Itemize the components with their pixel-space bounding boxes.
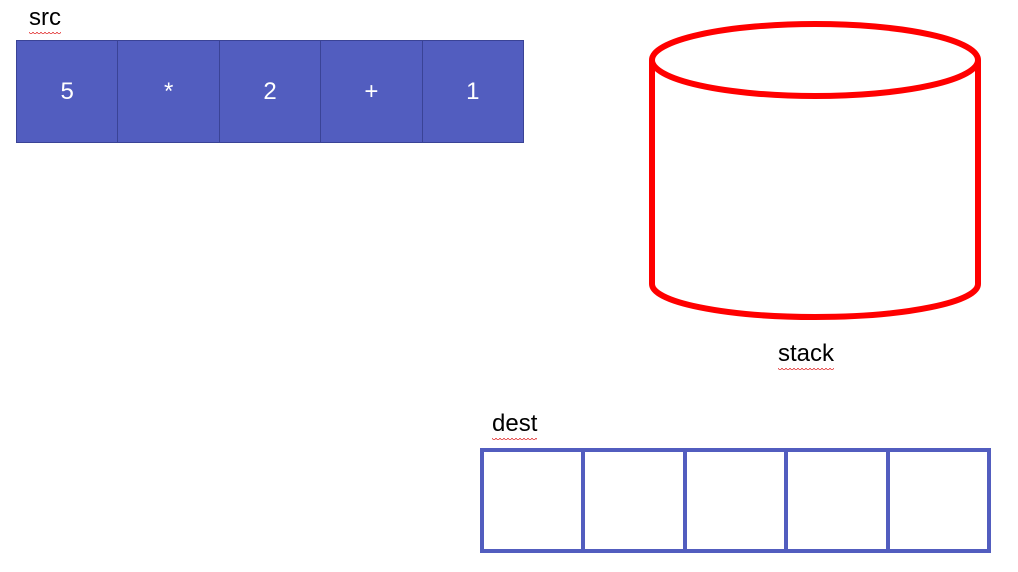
src-array: 5 * 2 + 1	[16, 40, 524, 143]
src-label-text: src	[29, 4, 61, 31]
dest-array	[480, 448, 991, 553]
stack-label: stack	[778, 340, 835, 372]
src-cell[interactable]: +	[321, 41, 423, 142]
stack-cylinder-top	[649, 21, 981, 99]
src-cell[interactable]: 1	[422, 41, 524, 142]
dest-cell[interactable]	[585, 452, 687, 549]
src-cell[interactable]: 2	[219, 41, 322, 142]
dest-cell[interactable]	[788, 452, 890, 549]
stack-cylinder[interactable]	[640, 14, 990, 330]
stack-label-text: stack	[778, 340, 835, 367]
spellcheck-squiggle	[492, 438, 538, 442]
spellcheck-squiggle	[29, 32, 61, 36]
dest-label: dest	[492, 410, 538, 442]
src-label: src	[29, 4, 61, 36]
src-cell[interactable]: 5	[17, 41, 119, 142]
dest-cell[interactable]	[890, 452, 987, 549]
spellcheck-squiggle	[778, 368, 835, 372]
src-cell[interactable]: *	[118, 41, 220, 142]
dest-cell[interactable]	[687, 452, 789, 549]
dest-cell[interactable]	[484, 452, 586, 549]
dest-label-text: dest	[492, 410, 538, 437]
